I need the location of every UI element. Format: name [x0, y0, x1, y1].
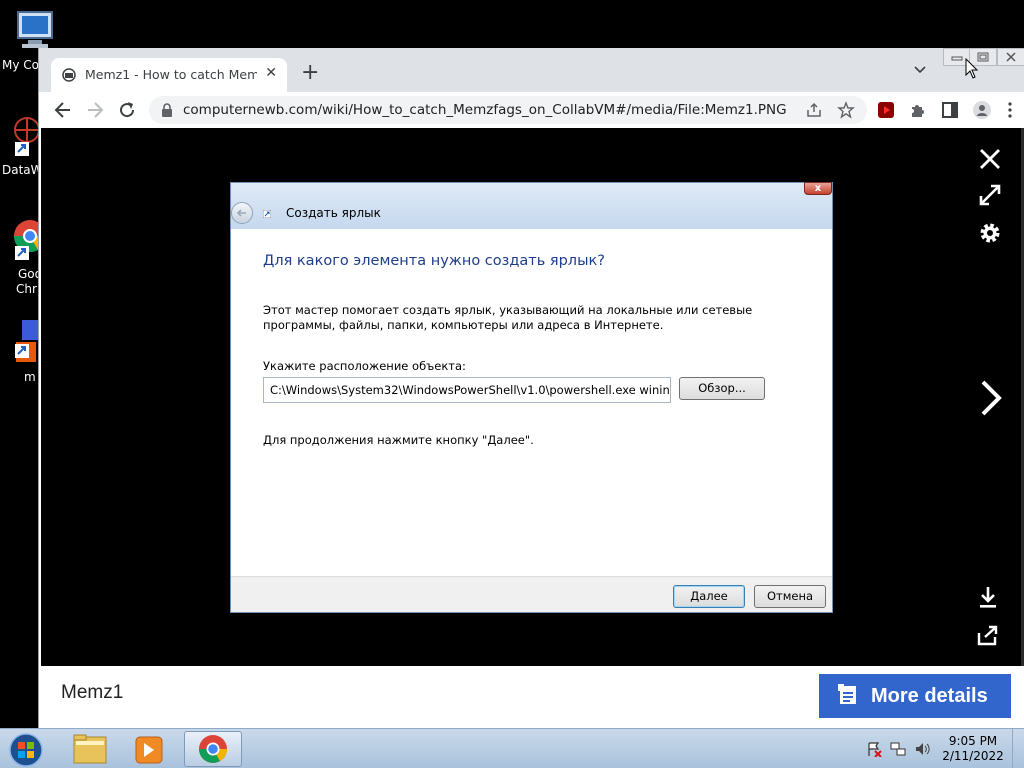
- reload-icon[interactable]: [115, 98, 139, 122]
- clock-time: 9:05 PM: [948, 734, 998, 748]
- cancel-button[interactable]: Отмена: [754, 585, 826, 608]
- wizard-close-button[interactable]: x: [804, 182, 832, 195]
- address-bar[interactable]: computernewb.com/wiki/How_to_catch_Memzf…: [149, 96, 867, 124]
- wizard-heading: Для какого элемента нужно создать ярлык?: [263, 253, 605, 269]
- web-page: x Создать ярлык Для какого элемента нужн…: [39, 128, 1024, 728]
- show-desktop-button[interactable]: [1012, 729, 1024, 768]
- network-icon[interactable]: [890, 741, 906, 757]
- tab-title: Memz1 - How to catch Memzfags on CollabV…: [85, 67, 257, 82]
- youtube-extension-icon[interactable]: [877, 101, 895, 119]
- desktop: My Co DataW Goo Chr m Memz1 - How to cat…: [0, 0, 1024, 768]
- desktop-icon-label: m: [24, 370, 36, 384]
- wiki-favicon-icon: [62, 68, 76, 82]
- next-button[interactable]: Далее: [673, 585, 745, 608]
- side-panel-icon[interactable]: [941, 101, 959, 119]
- wizard-description: Этот мастер помогает создать ярлык, указ…: [263, 303, 753, 332]
- action-center-flag-icon[interactable]: [866, 741, 882, 757]
- media-player-icon: [135, 736, 163, 764]
- new-tab-button[interactable]: +: [301, 62, 319, 84]
- chrome-icon: [199, 735, 227, 763]
- close-window-button[interactable]: [997, 48, 1024, 66]
- browser-menu-icon[interactable]: [1001, 101, 1019, 119]
- media-viewer: x Создать ярлык Для какого элемента нужн…: [41, 128, 1024, 666]
- tray-clock[interactable]: 9:05 PM 2/11/2022: [940, 734, 1006, 764]
- taskbar-explorer[interactable]: [62, 731, 118, 767]
- gear-icon[interactable]: [977, 220, 1003, 246]
- document-icon: [838, 684, 856, 704]
- desktop-icon-my-computer[interactable]: My Co: [0, 8, 53, 72]
- mouse-cursor-icon: [965, 58, 979, 79]
- tab-memz1[interactable]: Memz1 - How to catch Memzfags on CollabV…: [51, 58, 287, 92]
- close-icon: [1006, 52, 1016, 62]
- wizard-footer: Далее Отмена: [231, 576, 832, 612]
- browser-toolbar: computernewb.com/wiki/How_to_catch_Memzf…: [39, 92, 1024, 128]
- desktop-icon-datawiz[interactable]: DataW: [0, 112, 43, 178]
- bookmark-star-icon[interactable]: [837, 101, 855, 119]
- profile-avatar-icon[interactable]: [973, 101, 991, 119]
- share-icon[interactable]: [975, 622, 1001, 648]
- create-shortcut-wizard: x Создать ярлык Для какого элемента нужн…: [230, 182, 833, 613]
- media-caption: Memz1: [61, 682, 124, 703]
- wizard-back-button[interactable]: [231, 202, 253, 224]
- continue-hint: Для продолжения нажмите кнопку "Далее".: [263, 433, 534, 447]
- back-arrow-icon: [236, 209, 246, 217]
- browse-button[interactable]: Обзор...: [679, 377, 765, 400]
- volume-icon[interactable]: [914, 741, 930, 757]
- wizard-title: Создать ярлык: [286, 206, 381, 220]
- back-arrow-icon[interactable]: [51, 98, 75, 122]
- desktop-icon-label: DataW: [2, 163, 43, 177]
- clock-date: 2/11/2022: [942, 749, 1004, 763]
- location-label: Укажите расположение объекта:: [263, 359, 466, 373]
- chevron-right-icon[interactable]: [975, 378, 1005, 418]
- more-details-button[interactable]: More details: [819, 674, 1011, 718]
- desktop-icon-shortcut[interactable]: m: [0, 318, 38, 386]
- download-icon[interactable]: [975, 584, 1001, 610]
- forward-arrow-icon[interactable]: [83, 98, 107, 122]
- fullscreen-icon[interactable]: [977, 182, 1003, 208]
- taskbar: 9:05 PM 2/11/2022: [0, 728, 1024, 768]
- desktop-icon-label-2: Chr: [16, 282, 37, 296]
- location-input[interactable]: C:\Windows\System32\WindowsPowerShell\v1…: [263, 377, 671, 403]
- desktop-icon-label: My Co: [2, 58, 39, 72]
- start-button[interactable]: [4, 731, 44, 767]
- taskbar-chrome[interactable]: [184, 731, 242, 767]
- extensions-puzzle-icon[interactable]: [909, 101, 927, 119]
- media-caption-bar: Memz1 More details: [41, 666, 1023, 728]
- close-icon[interactable]: [977, 146, 1003, 172]
- chevron-down-icon[interactable]: [913, 62, 927, 76]
- more-details-label: More details: [871, 685, 988, 707]
- tab-strip: Memz1 - How to catch Memzfags on CollabV…: [39, 48, 1024, 92]
- browser-window: Memz1 - How to catch Memzfags on CollabV…: [38, 48, 1024, 728]
- share-icon[interactable]: [805, 101, 823, 119]
- wizard-header: x Создать ярлык: [231, 182, 832, 229]
- tab-close-button[interactable]: ✕: [265, 65, 277, 81]
- taskbar-media-player[interactable]: [122, 731, 178, 767]
- lock-icon[interactable]: [161, 103, 173, 117]
- url-text: computernewb.com/wiki/How_to_catch_Memzf…: [183, 102, 787, 118]
- desktop-icon-google-chrome[interactable]: Goo Chr: [0, 216, 46, 300]
- folder-icon: [73, 734, 107, 764]
- shortcut-arrow-icon: [263, 210, 271, 218]
